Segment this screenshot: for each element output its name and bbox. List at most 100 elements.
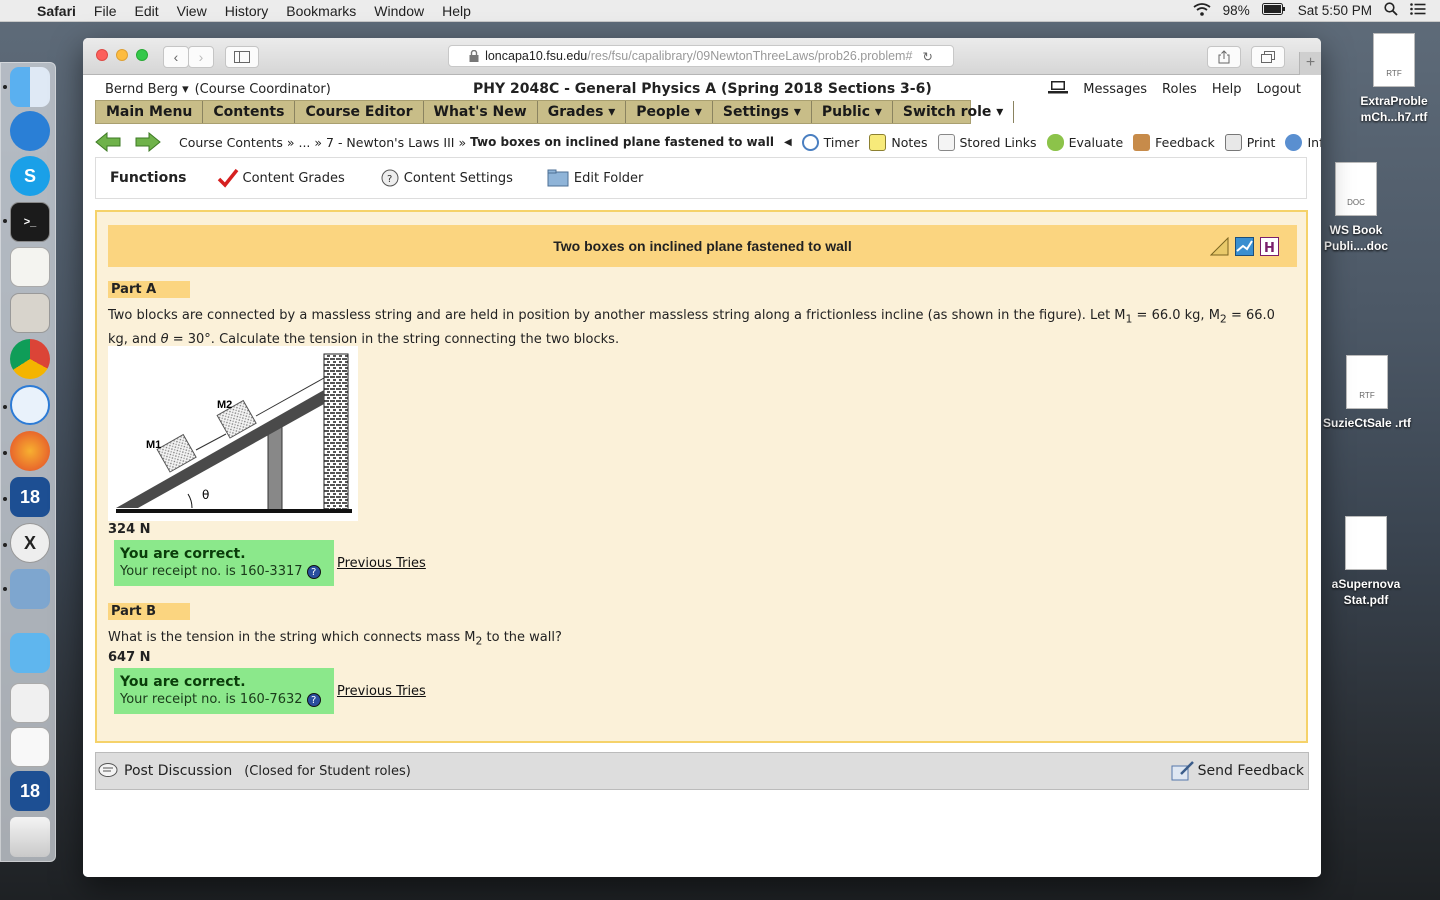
next-arrow-icon[interactable] — [135, 131, 161, 153]
desktop-file[interactable]: DOC WS Book Publi....doc — [1311, 162, 1401, 254]
previous-arrow-icon[interactable] — [95, 131, 121, 153]
hint-icon[interactable]: H — [1260, 237, 1279, 256]
messages-link[interactable]: Messages — [1083, 82, 1147, 97]
help-link[interactable]: Help — [1212, 82, 1242, 97]
desktop-file[interactable]: aSupernova Stat.pdf — [1321, 516, 1411, 608]
preview-icon[interactable] — [10, 569, 50, 609]
battery-icon[interactable] — [1261, 3, 1286, 18]
evaluate-tool[interactable]: Evaluate — [1046, 133, 1123, 151]
trash-icon[interactable] — [10, 817, 50, 857]
folder-edit-icon — [547, 169, 569, 187]
help-question-icon[interactable]: ? — [306, 564, 321, 579]
laptop-icon[interactable] — [1048, 80, 1069, 98]
x11-icon[interactable]: X — [10, 523, 50, 563]
menubar-clock[interactable]: Sat 5:50 PM — [1298, 3, 1372, 18]
breadcrumb-ellipsis[interactable]: ... » — [298, 135, 322, 150]
info-tool[interactable]: Info — [1285, 133, 1321, 151]
spotlight-icon[interactable] — [1384, 2, 1398, 19]
reload-icon[interactable]: ↻ — [922, 49, 932, 64]
calculator-icon[interactable] — [10, 293, 50, 333]
menu-app-name[interactable]: Safari — [28, 3, 85, 19]
nav-contents[interactable]: Contents — [203, 101, 296, 123]
close-window-button[interactable] — [96, 49, 108, 61]
content-grades-link[interactable]: Content Grades — [217, 168, 345, 188]
firefox-icon[interactable] — [10, 431, 50, 471]
collapse-arrow-icon[interactable]: ◀ — [784, 137, 792, 148]
url-path: /res/fsu/capalibrary/09NewtonThreeLaws/p… — [587, 49, 913, 63]
back-button[interactable]: ‹ — [163, 46, 189, 68]
nav-main-menu[interactable]: Main Menu — [96, 101, 204, 123]
print-tool[interactable]: Print — [1224, 133, 1275, 151]
maple-icon[interactable]: 18 — [10, 477, 50, 517]
nav-switch-role[interactable]: Switch role ▾ — [893, 101, 1015, 123]
part-b-previous-tries-link[interactable]: Previous Tries — [337, 684, 426, 699]
desktop-file-label: WS Book Publi....doc — [1323, 223, 1388, 253]
nav-people[interactable]: People ▾ — [626, 101, 713, 123]
chart-icon[interactable] — [1235, 237, 1254, 256]
safari-icon[interactable] — [10, 385, 50, 425]
sidebar-toggle-button[interactable] — [225, 46, 259, 68]
printer-icon — [1224, 133, 1242, 151]
menu-bookmarks[interactable]: Bookmarks — [277, 3, 365, 19]
battery-percent[interactable]: 98% — [1223, 3, 1250, 18]
logout-link[interactable]: Logout — [1256, 82, 1301, 97]
menu-help[interactable]: Help — [433, 3, 480, 19]
timer-tool[interactable]: Timer — [801, 133, 859, 151]
chrome-icon[interactable] — [10, 339, 50, 379]
ruler-triangle-icon[interactable] — [1210, 237, 1229, 256]
desktop-file[interactable]: RTF SuzieCtSale .rtf — [1322, 355, 1412, 431]
nav-course-editor[interactable]: Course Editor — [295, 101, 424, 123]
notification-center-icon[interactable] — [1410, 3, 1426, 18]
finder-icon[interactable] — [10, 67, 50, 107]
document-stack-icon[interactable] — [10, 727, 50, 767]
minimize-window-button[interactable] — [116, 49, 128, 61]
address-bar[interactable]: loncapa10.fsu.edu/res/fsu/capalibrary/09… — [448, 45, 954, 67]
document-stack-icon[interactable] — [10, 683, 50, 723]
feedback-tool[interactable]: Feedback — [1133, 133, 1215, 151]
discussion-bar: Post Discussion (Closed for Student role… — [95, 752, 1309, 790]
edit-folder-link[interactable]: Edit Folder — [547, 168, 643, 188]
menu-edit[interactable]: Edit — [125, 3, 167, 19]
zoom-window-button[interactable] — [136, 49, 148, 61]
maple-icon[interactable]: 18 — [10, 771, 50, 811]
forward-button[interactable]: › — [188, 46, 214, 68]
stored-links-tool[interactable]: Stored Links — [937, 133, 1037, 151]
part-a-previous-tries-link[interactable]: Previous Tries — [337, 556, 426, 571]
nav-settings[interactable]: Settings ▾ — [713, 101, 812, 123]
tabs-overview-button[interactable] — [1251, 46, 1285, 68]
terminal-icon[interactable]: >_ — [10, 202, 50, 242]
discussion-icon[interactable] — [98, 762, 120, 780]
post-discussion-link[interactable]: Post Discussion — [124, 763, 232, 779]
nav-grades[interactable]: Grades ▾ — [538, 101, 627, 123]
help-question-icon[interactable]: ? — [306, 692, 321, 707]
nav-public[interactable]: Public ▾ — [812, 101, 893, 123]
user-menu[interactable]: Bernd Berg ▾ — [105, 82, 189, 97]
share-button[interactable] — [1207, 46, 1241, 68]
breadcrumb-folder[interactable]: 7 - Newton's Laws III » — [326, 135, 466, 150]
notes-tool[interactable]: Notes — [869, 133, 928, 151]
running-indicator — [3, 451, 7, 455]
menu-history[interactable]: History — [216, 3, 278, 19]
roles-link[interactable]: Roles — [1162, 82, 1197, 97]
folder-icon[interactable] — [10, 633, 50, 673]
running-indicator — [3, 587, 7, 591]
new-tab-button[interactable]: + — [1299, 52, 1321, 75]
send-feedback-link[interactable]: Send Feedback — [1171, 760, 1304, 782]
menu-view[interactable]: View — [168, 3, 216, 19]
nav-whats-new[interactable]: What's New — [424, 101, 538, 123]
header-links: Messages Roles Help Logout — [1048, 80, 1301, 98]
thunderbird-icon[interactable] — [10, 111, 50, 151]
content-settings-link[interactable]: ? Content Settings — [379, 167, 513, 189]
safari-window: ‹ › loncapa10.fsu.edu/res/fsu/capalibrar… — [83, 38, 1321, 877]
wifi-icon[interactable] — [1193, 2, 1211, 19]
skype-icon[interactable]: S — [10, 156, 50, 196]
textedit-icon[interactable] — [10, 247, 50, 287]
desktop-file[interactable]: RTF ExtraProble mCh...h7.rtf — [1349, 33, 1439, 125]
menu-window[interactable]: Window — [365, 3, 433, 19]
problem-panel: Two boxes on inclined plane fastened to … — [95, 210, 1308, 743]
thumbs-up-icon — [1046, 133, 1064, 151]
menu-file[interactable]: File — [85, 3, 126, 19]
breadcrumb-course-contents[interactable]: Course Contents » — [179, 135, 294, 150]
notes-icon — [869, 133, 887, 151]
desktop-file-label: aSupernova Stat.pdf — [1331, 577, 1401, 607]
